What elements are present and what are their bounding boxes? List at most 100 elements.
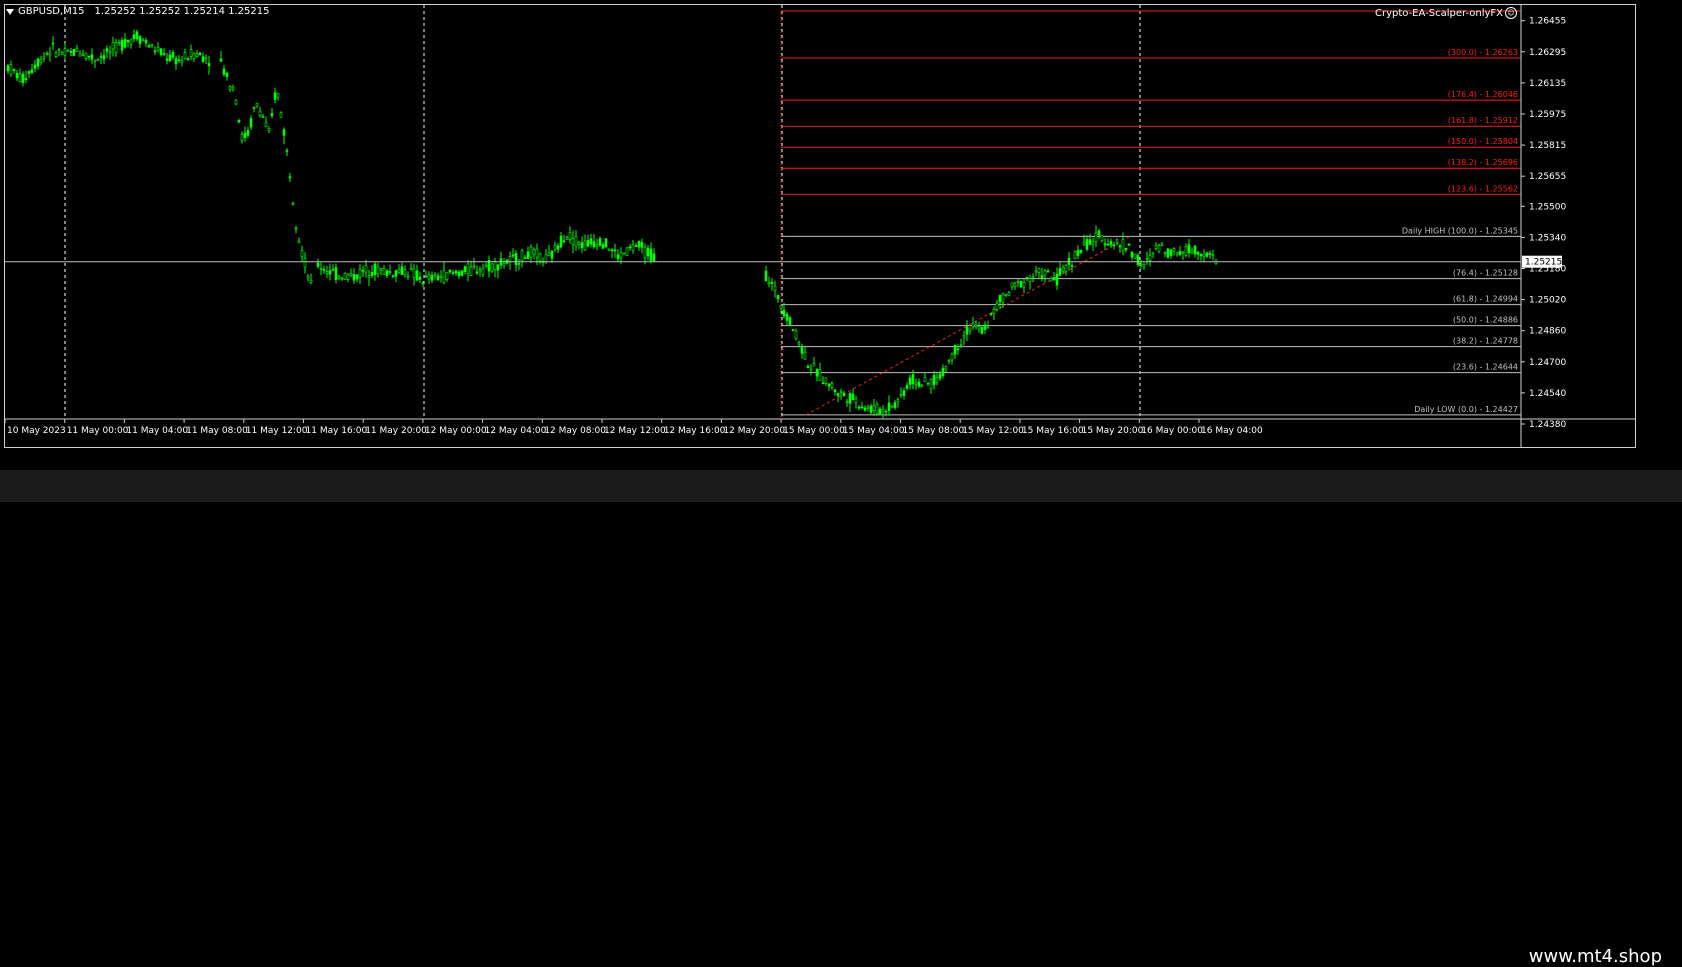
- candle-body: [225, 72, 229, 77]
- fibo-level-label: (176.4) - 1.26046: [1448, 90, 1518, 99]
- candle-body: [153, 50, 157, 53]
- candle-body: [90, 54, 94, 60]
- candle-body: [234, 99, 238, 105]
- candle-body: [622, 252, 626, 255]
- candle-body: [117, 42, 121, 44]
- candle-body: [947, 360, 951, 363]
- candles: [6, 29, 1218, 419]
- chart-area[interactable]: (300.0) - 1.26263 (176.4) - 1.26046 (161.8…: [4, 4, 1636, 448]
- candle-body: [1004, 293, 1008, 296]
- candle-body: [30, 69, 34, 73]
- candle-body: [78, 53, 82, 57]
- price-tick-label: 1.24380: [1529, 420, 1566, 430]
- candle-body: [508, 256, 512, 262]
- candle-body: [496, 264, 500, 271]
- candle-body: [309, 279, 313, 283]
- time-tick-label: 15 May 12:00: [962, 426, 1024, 436]
- candle-body: [484, 264, 488, 268]
- candle-body: [1199, 253, 1203, 257]
- candle-body: [409, 268, 413, 271]
- candle-body: [511, 254, 515, 257]
- candle-body: [1121, 239, 1125, 252]
- candle-body: [1211, 254, 1215, 256]
- candle-body: [412, 268, 416, 278]
- candle-body: [322, 269, 326, 271]
- candle-body: [406, 275, 410, 278]
- candle-body: [123, 39, 127, 48]
- candle-body: [1118, 245, 1122, 248]
- candle-body: [914, 382, 918, 385]
- candle-body: [192, 53, 196, 59]
- candle-body: [102, 55, 106, 60]
- price-tick-label: 1.24540: [1529, 389, 1566, 399]
- candle-body: [159, 48, 163, 55]
- candle-body: [610, 249, 614, 252]
- candle-body: [601, 244, 605, 249]
- candle-body: [1157, 245, 1161, 252]
- candle-body: [794, 330, 798, 339]
- chart-canvas[interactable]: (300.0) - 1.26263 (176.4) - 1.26046 (161.8…: [4, 5, 1635, 447]
- candle-body: [481, 268, 485, 276]
- candle-body: [319, 268, 323, 270]
- candle-body: [39, 58, 43, 63]
- candle-body: [1076, 250, 1080, 256]
- candle-body: [472, 265, 476, 268]
- candle-body: [860, 406, 864, 409]
- candle-body: [643, 246, 647, 258]
- candle-body: [634, 245, 638, 247]
- candle-body: [1112, 244, 1116, 247]
- price-tick-label: 1.24700: [1529, 358, 1566, 368]
- grid-layer: [64, 5, 1141, 419]
- candle-body: [1043, 270, 1047, 276]
- candle-body: [255, 103, 259, 107]
- current-price-label: 1.25215: [1525, 258, 1562, 268]
- candle-body: [87, 55, 91, 58]
- candle-body: [334, 267, 338, 281]
- candle-body: [388, 271, 392, 273]
- dropdown-triangle-icon[interactable]: [6, 8, 14, 15]
- candle-body: [1205, 252, 1209, 257]
- candle-body: [156, 47, 160, 51]
- candle-body: [773, 285, 777, 291]
- price-tick-label: 1.26135: [1529, 79, 1566, 89]
- candle-body: [550, 250, 554, 259]
- candle-body: [171, 52, 175, 58]
- candle-body: [267, 128, 271, 131]
- candle-body: [854, 398, 858, 404]
- candle-body: [851, 393, 855, 401]
- candle-body: [1124, 247, 1128, 251]
- candle-body: [1010, 282, 1014, 288]
- candle-body: [556, 245, 560, 250]
- candle-body: [1136, 254, 1140, 265]
- candle-body: [6, 65, 10, 72]
- fibonacci-levels: (300.0) - 1.26263 (176.4) - 1.26046 (161.8…: [780, 10, 1521, 419]
- fibo-level-label: (50.0) - 1.24886: [1453, 316, 1518, 325]
- candle-body: [857, 406, 861, 409]
- candle-body: [285, 150, 289, 152]
- candle-body: [258, 110, 262, 116]
- candle-body: [535, 248, 539, 258]
- candle-body: [547, 252, 551, 256]
- candle-body: [463, 266, 467, 273]
- candle-body: [998, 294, 1002, 303]
- candle-body: [532, 249, 536, 255]
- candle-body: [911, 374, 915, 385]
- candle-body: [893, 402, 897, 409]
- candle-body: [177, 59, 181, 62]
- candle-body: [186, 58, 190, 61]
- candle-body: [974, 324, 978, 327]
- candle-body: [60, 52, 64, 55]
- candle-body: [899, 393, 903, 396]
- candle-body: [141, 39, 145, 42]
- candle-body: [628, 246, 632, 249]
- symbol-header[interactable]: GBPUSD,M15 1.25252 1.25252 1.25214 1.252…: [6, 6, 270, 17]
- candle-body: [1163, 252, 1167, 255]
- candle-body: [1109, 241, 1113, 246]
- candle-body: [592, 241, 596, 248]
- candle-body: [959, 344, 963, 346]
- candle-body: [1202, 253, 1206, 257]
- candle-body: [800, 346, 804, 354]
- candle-body: [204, 57, 208, 60]
- fibo-level-label: (38.2) - 1.24778: [1453, 337, 1518, 346]
- candle-body: [325, 271, 329, 274]
